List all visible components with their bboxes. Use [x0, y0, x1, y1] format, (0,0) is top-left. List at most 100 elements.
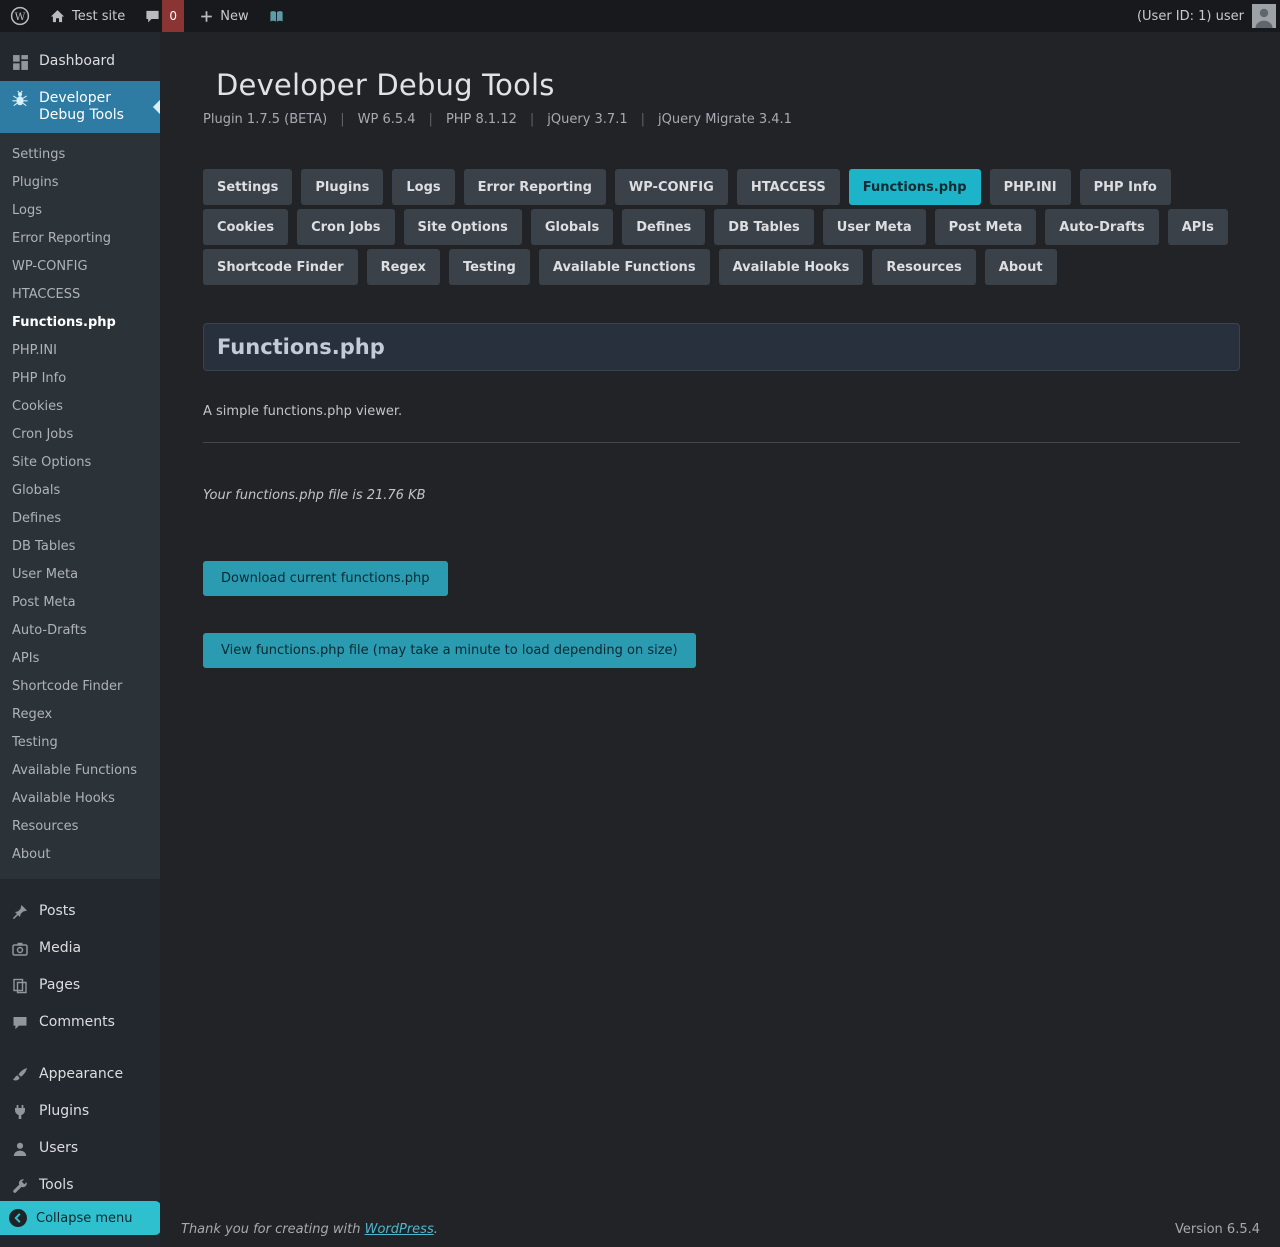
tab-plugins[interactable]: Plugins: [301, 169, 383, 205]
pin-icon: [10, 902, 30, 922]
submenu-item-error-reporting[interactable]: Error Reporting: [0, 225, 160, 253]
tab-resources[interactable]: Resources: [872, 249, 975, 285]
sidebar-item-media[interactable]: Media: [0, 931, 160, 968]
submenu-item-functions-php[interactable]: Functions.php: [0, 309, 160, 337]
comments-icon: [10, 1013, 30, 1033]
sidebar-item-users[interactable]: Users: [0, 1131, 160, 1168]
submenu-item-php-ini[interactable]: PHP.INI: [0, 337, 160, 365]
submenu-item-plugins[interactable]: Plugins: [0, 169, 160, 197]
tab-post-meta[interactable]: Post Meta: [935, 209, 1037, 245]
tab-user-meta[interactable]: User Meta: [823, 209, 926, 245]
submenu-item-logs[interactable]: Logs: [0, 197, 160, 225]
new-content-button[interactable]: New: [190, 0, 258, 32]
sidebar-item-appearance[interactable]: Appearance: [0, 1057, 160, 1094]
tab-testing[interactable]: Testing: [449, 249, 530, 285]
sidebar-item-developer-debug-tools[interactable]: Developer Debug Tools: [0, 81, 160, 133]
tab-db-tables[interactable]: DB Tables: [714, 209, 814, 245]
collapse-arrow-icon: [8, 1208, 28, 1228]
meta-separator: |: [340, 112, 344, 127]
tab-logs[interactable]: Logs: [392, 169, 454, 205]
view-functions-button[interactable]: View functions.php file (may take a minu…: [203, 633, 696, 668]
submenu-item-htaccess[interactable]: HTACCESS: [0, 281, 160, 309]
submenu-item-cron-jobs[interactable]: Cron Jobs: [0, 421, 160, 449]
submenu-item-about[interactable]: About: [0, 841, 160, 869]
tab-globals[interactable]: Globals: [531, 209, 613, 245]
submenu-item-globals[interactable]: Globals: [0, 477, 160, 505]
submenu-item-post-meta[interactable]: Post Meta: [0, 589, 160, 617]
collapse-menu-label: Collapse menu: [36, 1211, 133, 1226]
avatar[interactable]: [1252, 4, 1276, 28]
sidebar-item-comments[interactable]: Comments: [0, 1005, 160, 1042]
tab-wp-config[interactable]: WP-CONFIG: [615, 169, 728, 205]
comments-count-badge[interactable]: 0: [162, 0, 184, 32]
submenu-item-site-options[interactable]: Site Options: [0, 449, 160, 477]
submenu-item-shortcode-finder[interactable]: Shortcode Finder: [0, 673, 160, 701]
site-name-label: Test site: [72, 9, 125, 24]
tab-defines[interactable]: Defines: [622, 209, 705, 245]
tab-php-ini[interactable]: PHP.INI: [990, 169, 1071, 205]
sidebar-item-tools[interactable]: Tools: [0, 1168, 160, 1205]
submenu-item-auto-drafts[interactable]: Auto-Drafts: [0, 617, 160, 645]
tab-bar: SettingsPluginsLogs Error ReportingWP-CON…: [203, 169, 1240, 285]
media-icon: [10, 939, 30, 959]
tab-functions-php[interactable]: Functions.php: [849, 169, 981, 205]
dashboard-icon: [10, 52, 30, 72]
submenu-item-wp-config[interactable]: WP-CONFIG: [0, 253, 160, 281]
tab-available-hooks[interactable]: Available Hooks: [719, 249, 864, 285]
panel-description: A simple functions.php viewer.: [203, 404, 1240, 419]
tab-site-options[interactable]: Site Options: [404, 209, 522, 245]
sidebar-menu: DashboardDeveloper Debug ToolsSettingsPl…: [0, 44, 160, 1242]
submenu-item-defines[interactable]: Defines: [0, 505, 160, 533]
sidebar-item-dashboard[interactable]: Dashboard: [0, 44, 160, 81]
tab-available-functions[interactable]: Available Functions: [539, 249, 710, 285]
submenu-item-user-meta[interactable]: User Meta: [0, 561, 160, 589]
plugins-icon: [10, 1102, 30, 1122]
content-divider: [203, 442, 1240, 443]
sidebar-item-posts[interactable]: Posts: [0, 894, 160, 931]
submenu-item-cookies[interactable]: Cookies: [0, 393, 160, 421]
sidebar-item-label: Tools: [39, 1177, 74, 1194]
download-functions-button[interactable]: Download current functions.php: [203, 561, 448, 596]
wordpress-link[interactable]: WordPress: [365, 1222, 434, 1237]
tab-regex[interactable]: Regex: [367, 249, 440, 285]
submenu-item-available-hooks[interactable]: Available Hooks: [0, 785, 160, 813]
meta-item: jQuery Migrate 3.4.1: [658, 112, 792, 127]
tab-htaccess[interactable]: HTACCESS: [737, 169, 840, 205]
new-label: New: [220, 9, 248, 24]
sidebar-item-plugins[interactable]: Plugins: [0, 1094, 160, 1131]
submenu-item-resources[interactable]: Resources: [0, 813, 160, 841]
admin-footer: Thank you for creating with WordPress. V…: [181, 1222, 1260, 1237]
collapse-menu-button[interactable]: Collapse menu: [0, 1201, 161, 1235]
submenu-item-php-info[interactable]: PHP Info: [0, 365, 160, 393]
debug-toolbar-button[interactable]: [259, 0, 294, 32]
submenu-item-regex[interactable]: Regex: [0, 701, 160, 729]
user-info-label[interactable]: (User ID: 1) user: [1137, 9, 1244, 24]
submenu-item-available-functions[interactable]: Available Functions: [0, 757, 160, 785]
tab-apis[interactable]: APIs: [1168, 209, 1228, 245]
sidebar-item-pages[interactable]: Pages: [0, 968, 160, 1005]
users-icon: [10, 1139, 30, 1159]
submenu-item-testing[interactable]: Testing: [0, 729, 160, 757]
tab-shortcode-finder[interactable]: Shortcode Finder: [203, 249, 358, 285]
tab-auto-drafts[interactable]: Auto-Drafts: [1045, 209, 1158, 245]
meta-separator: |: [530, 112, 534, 127]
tab-cron-jobs[interactable]: Cron Jobs: [297, 209, 394, 245]
footer-credit-suffix: .: [434, 1222, 438, 1237]
submenu-item-db-tables[interactable]: DB Tables: [0, 533, 160, 561]
tab-error-reporting[interactable]: Error Reporting: [464, 169, 606, 205]
tab-about[interactable]: About: [985, 249, 1057, 285]
submenu-item-apis[interactable]: APIs: [0, 645, 160, 673]
home-icon: [50, 9, 65, 24]
tab-cookies[interactable]: Cookies: [203, 209, 288, 245]
main-content: Developer Debug Tools Plugin 1.7.5 (BETA…: [160, 32, 1280, 1247]
tools-icon: [10, 1176, 30, 1196]
svg-text:W: W: [15, 11, 26, 23]
wordpress-menu-button[interactable]: W: [0, 0, 40, 32]
menu-separator: [0, 1042, 160, 1057]
admin-bar-comments-button[interactable]: [135, 0, 162, 32]
comment-bubble-icon: [145, 9, 160, 24]
tab-php-info[interactable]: PHP Info: [1080, 169, 1171, 205]
tab-settings[interactable]: Settings: [203, 169, 292, 205]
submenu-item-settings[interactable]: Settings: [0, 141, 160, 169]
site-name-link[interactable]: Test site: [40, 0, 135, 32]
